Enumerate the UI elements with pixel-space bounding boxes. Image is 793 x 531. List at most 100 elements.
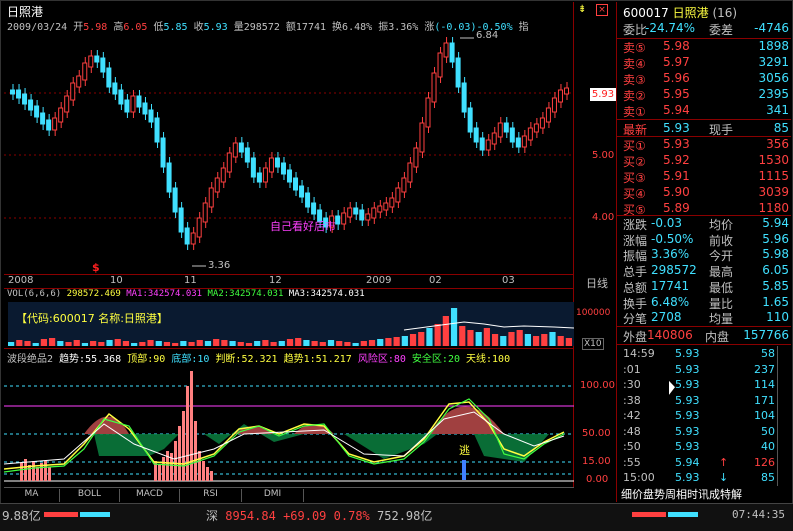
volume-bar <box>336 341 343 346</box>
volume-bar <box>516 330 523 346</box>
tab-rsi[interactable]: RSI <box>180 489 242 502</box>
candle <box>563 87 570 95</box>
candle <box>509 127 515 143</box>
volume-bar <box>155 341 162 346</box>
indicator-bar <box>32 461 35 481</box>
level-label: 买③ <box>623 171 646 185</box>
tick-time: :55 <box>623 455 641 469</box>
candle <box>497 122 503 138</box>
tick-row: :30 5.93 114 <box>623 378 783 393</box>
buy-level-row[interactable]: 买④ 5.90 3039 <box>623 185 789 201</box>
volume-bar <box>98 342 105 346</box>
volume-bar <box>163 342 171 346</box>
buy-level-row[interactable]: 买① 5.93 356 <box>623 137 789 153</box>
indicator-bar <box>194 421 197 481</box>
waipan-label: 外盘 <box>623 330 648 344</box>
sell-level-row[interactable]: 卖④ 5.97 3291 <box>623 55 789 71</box>
price-scale: ⇟ × 5.93 5.00 4.00 日线 100000 X10 100.00 … <box>574 2 616 487</box>
stat-label: 涨跌 <box>623 218 648 232</box>
status-bar: 9.88亿 深 8954.84 +69.09 0.78% 752.98亿 07:… <box>0 503 793 531</box>
level-volume: 1530 <box>758 153 789 167</box>
close-window-icon[interactable]: × <box>596 4 608 16</box>
stat-value: 5.98 <box>762 247 789 262</box>
level-price: 5.92 <box>663 153 690 167</box>
volume-bar <box>40 339 48 346</box>
volume-bar <box>73 340 80 346</box>
volume-bar <box>221 340 228 346</box>
scale-top-button[interactable]: ⇟ <box>578 4 590 16</box>
price-chart[interactable] <box>4 30 574 274</box>
candle <box>473 127 479 143</box>
candle <box>118 89 124 105</box>
volume-info-box: 【代码:600017 名称:日照港】 <box>16 312 168 325</box>
sell-level-row[interactable]: 卖② 5.95 2395 <box>623 87 789 103</box>
indicator-y-tick: 50.00 <box>582 428 611 439</box>
indicator-bar <box>202 461 205 481</box>
candle <box>232 142 238 158</box>
date-label: 12 <box>269 275 282 286</box>
indicator-chart[interactable] <box>4 364 574 489</box>
level-price: 5.96 <box>663 71 690 85</box>
buy-level-row[interactable]: 买③ 5.91 1115 <box>623 169 789 185</box>
candle <box>371 207 377 219</box>
stat-label: 最低 <box>709 280 734 295</box>
tick-volume: 126 <box>754 455 775 469</box>
volume-bar <box>57 341 64 346</box>
buy-level-row[interactable]: 买② 5.92 1530 <box>623 153 789 169</box>
tick-volume: 40 <box>761 440 775 453</box>
tab-ma[interactable]: MA <box>4 489 60 502</box>
volume-bar <box>557 336 564 346</box>
candle <box>335 215 341 225</box>
candle <box>214 177 220 193</box>
volume-bar <box>327 340 335 346</box>
tick-time: :48 <box>623 424 641 438</box>
candle <box>136 95 142 108</box>
date-label: 11 <box>184 275 197 286</box>
tab-macd[interactable]: MACD <box>120 489 180 502</box>
sell-level-row[interactable]: 卖③ 5.96 3056 <box>623 71 789 87</box>
indicator-bar <box>44 461 47 481</box>
tab-dmi[interactable]: DMI <box>242 489 304 502</box>
level-label: 卖④ <box>623 57 646 71</box>
sell-level-row[interactable]: 卖⑤ 5.98 1898 <box>623 39 789 55</box>
chart-area[interactable]: 日照港 2009/03/24 开5.98 高6.05 低5.85 收5.93 量… <box>4 2 574 487</box>
candle <box>389 197 395 208</box>
tab-boll[interactable]: BOLL <box>60 489 120 502</box>
price-low-label: 3.36 <box>208 260 231 271</box>
tick-row: :38 5.93 171 <box>623 394 783 409</box>
candle <box>208 187 214 208</box>
candle <box>16 89 22 99</box>
candle <box>220 167 226 183</box>
candle <box>184 227 190 245</box>
sell-level-row[interactable]: 卖① 5.94 341 <box>623 103 789 119</box>
index-ticker[interactable]: 深 8954.84 +69.09 0.78% 752.98亿 <box>206 507 432 524</box>
marquee-text[interactable]: 细价盘势周相时讯成特解 <box>621 486 742 502</box>
date-label: 2009 <box>366 275 392 286</box>
volume-bar <box>180 341 187 346</box>
waipan-row: 外盘 140806 内盘 157766 <box>623 328 789 344</box>
tick-time: :42 <box>623 409 641 422</box>
candle <box>226 152 232 173</box>
stat-label: 分笔 <box>623 312 648 327</box>
level-label: 买① <box>623 139 646 153</box>
tick-row: :55 5.94 ↑ 126 <box>623 456 783 471</box>
volume-bar <box>106 340 113 346</box>
volume-bar <box>139 342 146 346</box>
tick-scrollbar[interactable] <box>777 346 787 486</box>
volume-bar <box>467 330 474 346</box>
indicator-bar <box>20 463 23 481</box>
volume-bar <box>147 340 154 346</box>
indicator-y-tick: 15.00 <box>582 456 611 467</box>
candle <box>347 207 353 218</box>
period-label[interactable]: 日线 <box>586 275 608 291</box>
index-pct: 0.78% <box>333 509 370 523</box>
level-label: 买② <box>623 155 646 169</box>
candle <box>515 137 521 148</box>
candle <box>401 177 407 193</box>
level-price: 5.93 <box>663 137 690 151</box>
stat-label: 振幅 <box>623 249 648 264</box>
candle <box>431 72 437 103</box>
status-bar-red <box>44 512 78 517</box>
tick-time: :38 <box>623 393 641 407</box>
candle <box>58 107 64 123</box>
